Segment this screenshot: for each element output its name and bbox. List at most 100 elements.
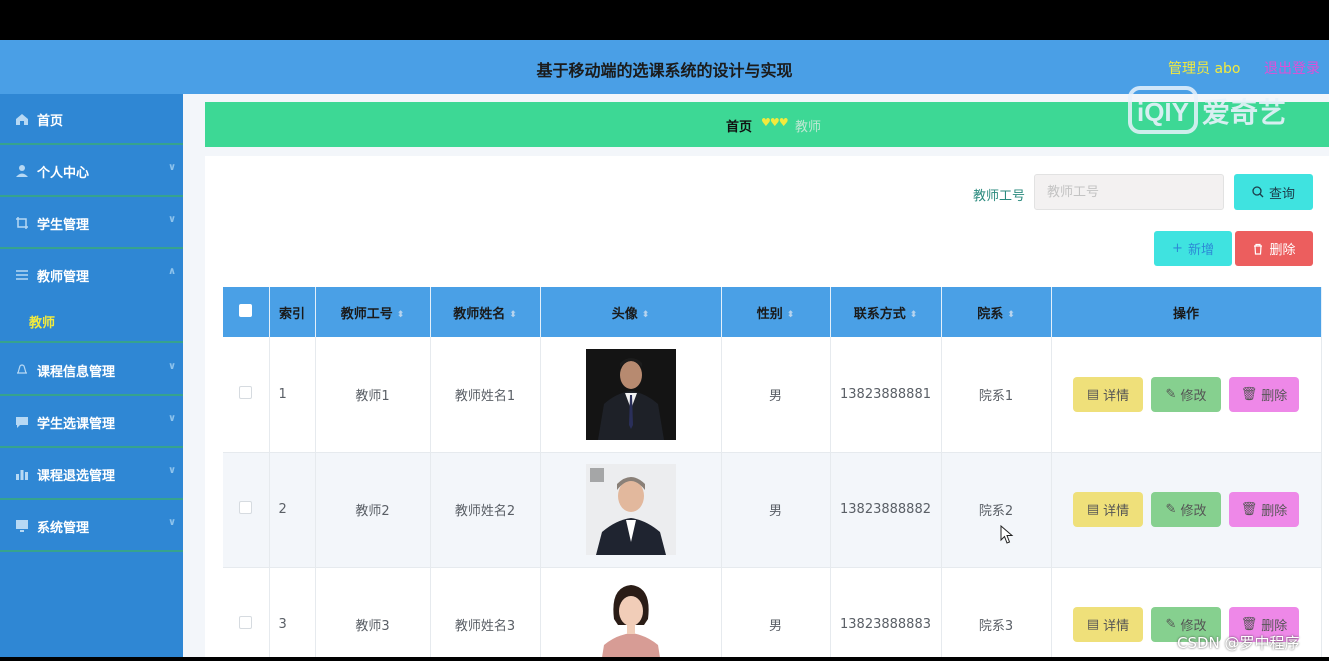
chevron-down-icon: ∨ <box>168 214 177 225</box>
chevron-down-icon: ∨ <box>168 465 177 476</box>
column-header: 操作 <box>1051 287 1322 337</box>
chat-icon <box>16 417 28 428</box>
sidebar: 首页 个人中心 ∨ 学生管理 ∨ 教师管理 ∧ 教师 课程信息管理 ∨ 学生选课… <box>0 94 183 657</box>
sidebar-subitem-teacher[interactable]: 教师 <box>0 298 183 343</box>
chevron-down-icon: ∨ <box>168 517 177 528</box>
teacher-id-cell: 教师1 <box>315 337 431 453</box>
trash-icon: 🗑 <box>1240 386 1258 402</box>
detail-button[interactable]: ▤ 详情 <box>1073 607 1143 642</box>
phone-cell: 13823888882 <box>830 452 942 568</box>
row-checkbox[interactable] <box>239 501 253 514</box>
sidebar-item-course-withdrawal[interactable]: 课程退选管理 ∨ <box>0 449 183 500</box>
breadcrumb-home[interactable]: 首页 <box>726 116 752 135</box>
add-button[interactable]: + 新增 <box>1154 231 1232 266</box>
search-icon <box>1252 186 1264 198</box>
sidebar-item-label: 首页 <box>37 114 64 129</box>
sort-icon[interactable]: ⬍ <box>1007 310 1015 320</box>
avatar-portrait[interactable] <box>585 464 676 555</box>
teacher-id-cell: 教师2 <box>315 452 431 568</box>
sort-icon[interactable]: ⬍ <box>397 310 405 320</box>
avatar-portrait[interactable] <box>585 348 676 440</box>
gender-cell: 男 <box>721 452 831 568</box>
chevron-down-icon: ∨ <box>168 361 177 372</box>
search-label: 教师工号 <box>973 189 1026 204</box>
admin-user-link[interactable]: 管理员 abo <box>1168 58 1240 78</box>
column-header[interactable]: 教师工号 ⬍ <box>315 287 431 337</box>
sidebar-item-label: 课程信息管理 <box>37 365 116 380</box>
sort-icon[interactable]: ⬍ <box>642 310 650 320</box>
edit-button[interactable]: ✎ 修改 <box>1151 376 1221 412</box>
sort-icon[interactable]: ⬍ <box>509 310 517 320</box>
column-header[interactable]: 联系方式 ⬍ <box>830 287 942 337</box>
row-select-cell[interactable] <box>223 452 270 568</box>
column-header[interactable]: 教师姓名 ⬍ <box>430 287 541 337</box>
sidebar-item-course-info-management[interactable]: 课程信息管理 ∨ <box>0 345 183 396</box>
query-button-label: 查询 <box>1268 186 1295 202</box>
document-icon: ▤ <box>1086 386 1100 402</box>
svg-text:iQIY: iQIY <box>1137 97 1189 127</box>
row-select-cell[interactable] <box>223 567 270 657</box>
delete-button[interactable]: 🗑 删除 <box>1229 376 1299 412</box>
table-row: 3 教师3 教师姓名3 男 13823888883 院系3 ▤ 详情 ✎ 修改 … <box>223 567 1322 657</box>
csdn-watermark: CSDN @罗中程序 <box>1177 634 1300 652</box>
row-index: 2 <box>269 452 316 568</box>
document-icon: ▤ <box>1086 617 1100 632</box>
column-header[interactable]: 性别 ⬍ <box>721 287 831 337</box>
row-select-cell[interactable] <box>223 337 270 453</box>
sidebar-subitem-label: 教师 <box>29 316 56 331</box>
query-button[interactable]: 查询 <box>1234 174 1313 210</box>
detail-button[interactable]: ▤ 详情 <box>1073 492 1143 527</box>
actions-cell: ▤ 详情 ✎ 修改 🗑 删除 <box>1051 452 1322 568</box>
pencil-icon: ✎ <box>1165 502 1177 517</box>
user-icon <box>16 165 28 177</box>
column-header[interactable]: 头像 ⬍ <box>540 287 722 337</box>
chevron-up-icon: ∧ <box>168 266 177 277</box>
sidebar-item-student-course-selection[interactable]: 学生选课管理 ∨ <box>0 397 183 448</box>
sidebar-item-student-management[interactable]: 学生管理 ∨ <box>0 198 183 249</box>
row-checkbox[interactable] <box>239 616 253 629</box>
avatar-cell <box>540 337 722 453</box>
sidebar-item-label: 学生选课管理 <box>37 417 116 432</box>
iqiyi-logo-watermark: iQIY 爱奇艺 <box>1128 86 1286 134</box>
sidebar-item-label: 个人中心 <box>37 166 90 181</box>
bell-icon <box>17 364 27 374</box>
row-checkbox[interactable] <box>239 385 253 399</box>
batch-delete-button-label: 删除 <box>1269 243 1296 258</box>
teacher-id-cell: 教师3 <box>315 567 431 657</box>
column-header[interactable]: 院系 ⬍ <box>941 287 1052 337</box>
avatar-cell <box>540 452 722 568</box>
sidebar-item-system-management[interactable]: 系统管理 ∨ <box>0 501 183 552</box>
sort-icon[interactable]: ⬍ <box>787 310 795 320</box>
gender-cell: 男 <box>721 337 831 453</box>
select-all-header[interactable] <box>223 287 270 337</box>
chevron-down-icon: ∨ <box>168 162 177 173</box>
avatar-portrait[interactable] <box>585 579 676 657</box>
phone-cell: 13823888883 <box>830 567 942 657</box>
home-icon <box>16 114 28 125</box>
teacher-id-search-input[interactable] <box>1034 174 1224 210</box>
sidebar-item-personal-center[interactable]: 个人中心 ∨ <box>0 146 183 197</box>
edit-button[interactable]: ✎ 修改 <box>1151 492 1221 527</box>
sidebar-item-label: 课程退选管理 <box>37 469 116 484</box>
column-header: 索引 <box>269 287 316 337</box>
actions-cell: ▤ 详情 ✎ 修改 🗑 删除 <box>1051 337 1322 453</box>
trash-icon <box>1254 243 1263 255</box>
crop-icon <box>16 217 28 229</box>
sidebar-item-teacher-management[interactable]: 教师管理 ∧ <box>0 250 183 301</box>
table-row: 1 教师1 教师姓名1 男 13823888881 院系1 ▤ 详情 ✎ 修改 … <box>223 337 1322 453</box>
teacher-name-cell: 教师姓名3 <box>430 567 541 657</box>
sidebar-item-label: 系统管理 <box>37 521 90 536</box>
delete-button[interactable]: 🗑 删除 <box>1229 492 1299 527</box>
department-cell: 院系2 <box>941 452 1052 568</box>
sidebar-item-home[interactable]: 首页 <box>0 94 183 145</box>
row-index: 1 <box>269 337 316 453</box>
phone-cell: 13823888881 <box>830 337 942 453</box>
table-row: 2 教师2 教师姓名2 男 13823888882 院系2 ▤ 详情 ✎ 修改 … <box>223 452 1322 568</box>
detail-button[interactable]: ▤ 详情 <box>1073 376 1143 412</box>
logout-link[interactable]: 退出登录 <box>1264 58 1320 78</box>
breadcrumb-current: 教师 <box>795 120 822 135</box>
select-all-checkbox[interactable] <box>239 303 253 317</box>
sort-icon[interactable]: ⬍ <box>910 310 918 320</box>
batch-delete-button[interactable]: 删除 <box>1235 231 1313 266</box>
menu-icon <box>16 270 28 280</box>
